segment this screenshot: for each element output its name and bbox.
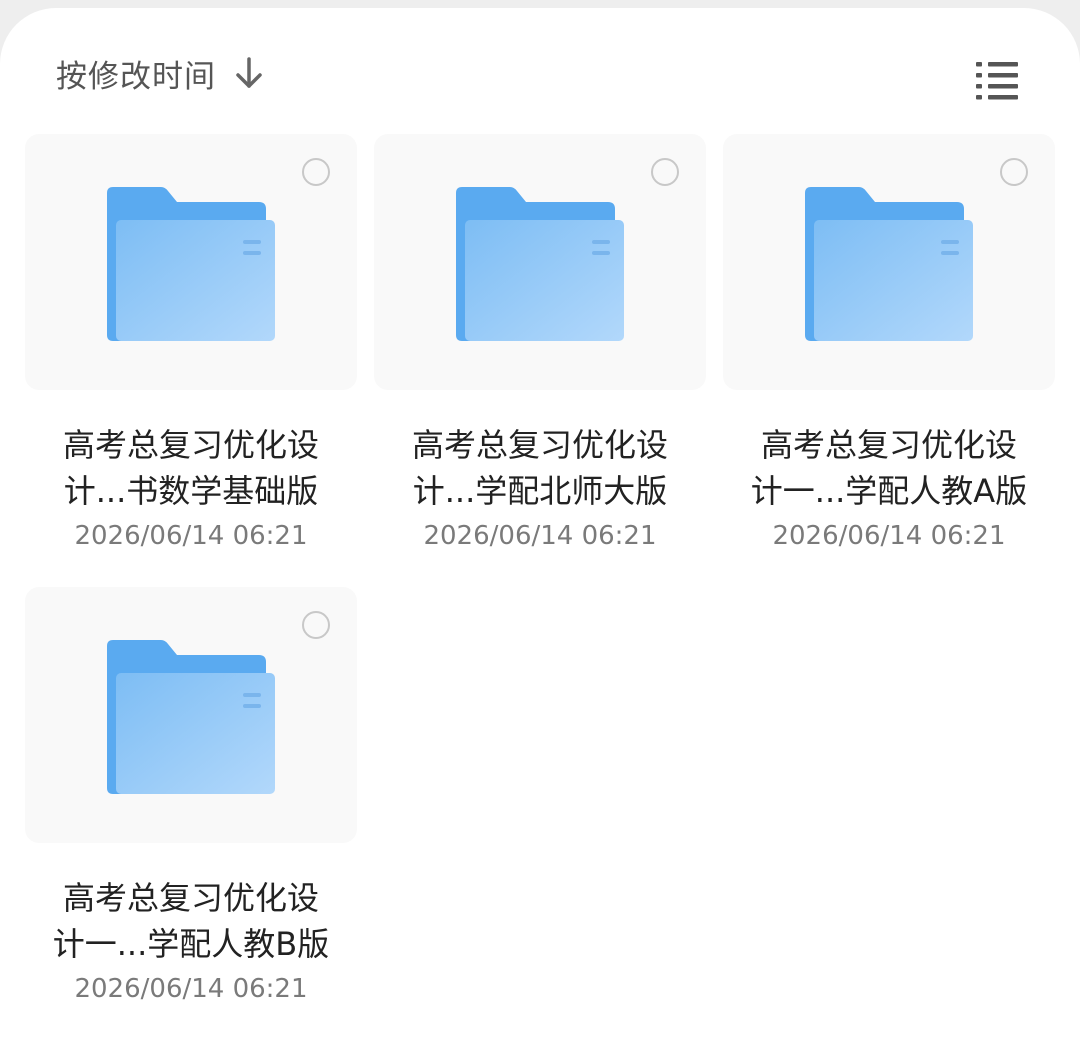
folder-thumbnail (723, 134, 1055, 390)
folder-icon (107, 187, 275, 341)
folder-icon (107, 640, 275, 794)
folder-thumbnail (374, 134, 706, 390)
folder-name: 高考总复习优化设 计...学配北师大版 (411, 426, 668, 510)
sort-by-modified-button[interactable]: 按修改时间 (56, 48, 264, 98)
folder-icon (456, 187, 624, 341)
arrow-down-icon (236, 57, 262, 88)
list-view-icon[interactable] (972, 58, 1024, 102)
folder-thumbnail (25, 134, 357, 390)
folder-name: 高考总复习优化设 计...书数学基础版 (62, 426, 319, 510)
select-checkbox[interactable] (302, 158, 330, 186)
toolbar: 按修改时间 (0, 8, 1080, 134)
folder-thumbnail (25, 587, 357, 843)
file-browser-sheet: 按修改时间 高考总复习优化设 计...书数学基础版 2026/06/14 06:… (0, 8, 1080, 1048)
sort-label: 按修改时间 (56, 58, 216, 95)
folder-date: 2026/06/14 06:21 (772, 521, 1006, 551)
select-checkbox[interactable] (302, 611, 330, 639)
select-checkbox[interactable] (1000, 158, 1028, 186)
folder-name: 高考总复习优化设 计一...学配人教B版 (52, 879, 330, 963)
folder-item[interactable]: 高考总复习优化设 计一...学配人教B版 2026/06/14 06:21 (25, 587, 357, 1027)
folder-item[interactable]: 高考总复习优化设 计一...学配人教A版 2026/06/14 06:21 (723, 134, 1055, 574)
folder-item[interactable]: 高考总复习优化设 计...学配北师大版 2026/06/14 06:21 (374, 134, 706, 574)
folder-date: 2026/06/14 06:21 (74, 521, 308, 551)
select-checkbox[interactable] (651, 158, 679, 186)
folder-item[interactable]: 高考总复习优化设 计...书数学基础版 2026/06/14 06:21 (25, 134, 357, 574)
folder-icon (805, 187, 973, 341)
folder-date: 2026/06/14 06:21 (74, 974, 308, 1004)
folder-date: 2026/06/14 06:21 (423, 521, 657, 551)
folder-name: 高考总复习优化设 计一...学配人教A版 (750, 426, 1028, 510)
